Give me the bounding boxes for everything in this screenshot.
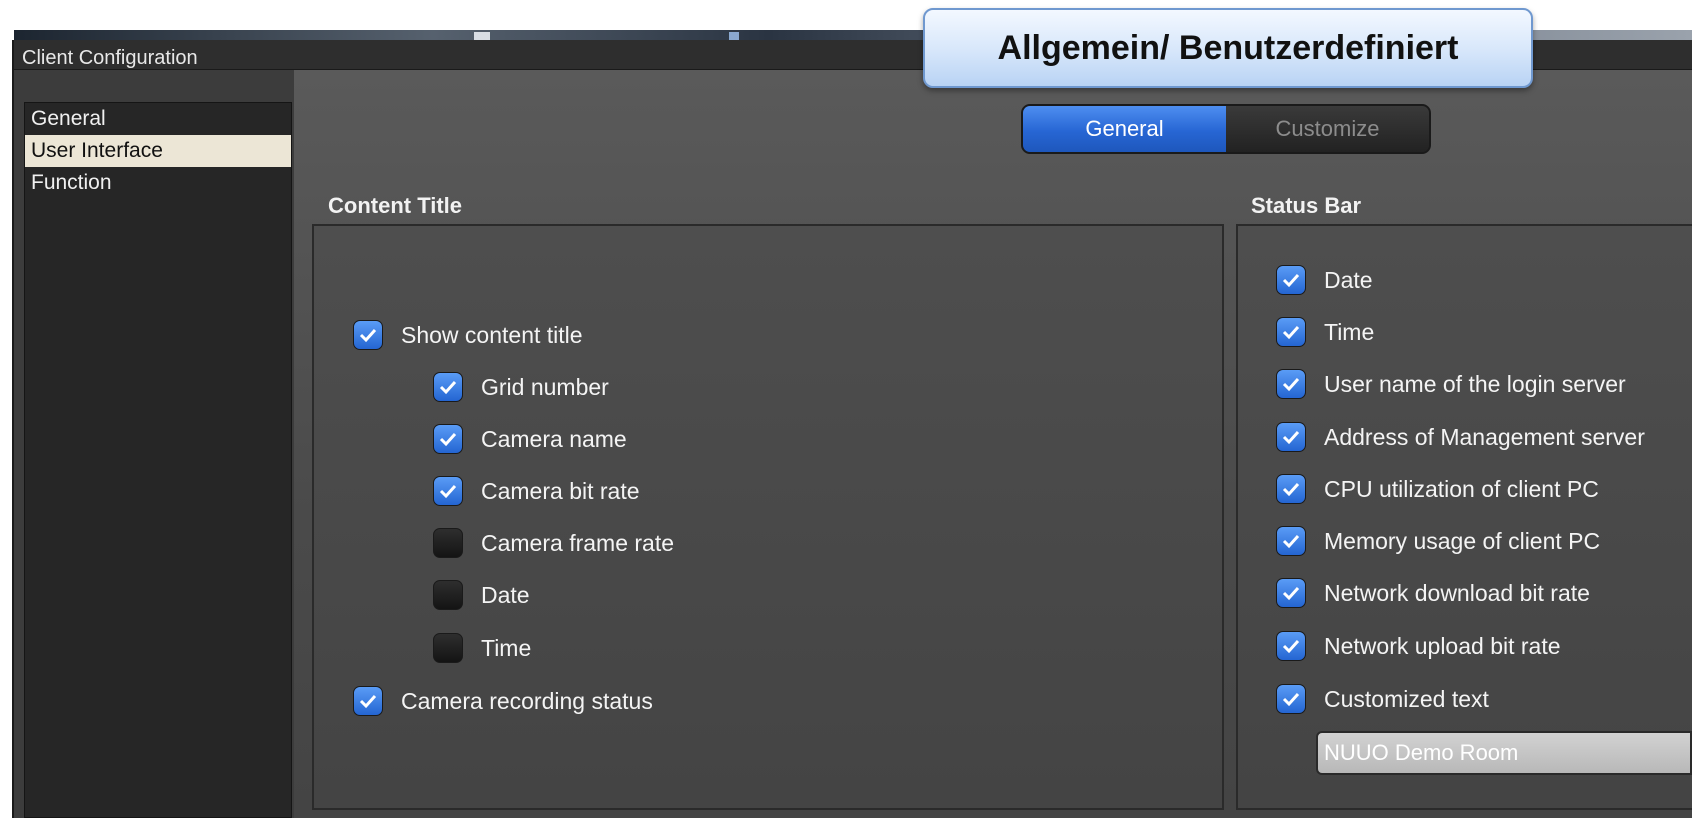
checkbox-checked[interactable] <box>1276 474 1306 504</box>
option-label: Memory usage of client PC <box>1324 527 1601 554</box>
sidebar: General User Interface Function <box>24 102 292 818</box>
checkbox-checked[interactable] <box>1276 265 1306 295</box>
status-option-memory[interactable]: Memory usage of client PC <box>1276 526 1600 556</box>
view-toggle: General Customize <box>1021 104 1431 154</box>
checkmark-icon <box>1282 586 1300 601</box>
checkmark-icon <box>359 328 377 343</box>
checkbox-checked[interactable] <box>1276 684 1306 714</box>
checkmark-icon <box>359 694 377 709</box>
status-option-time[interactable]: Time <box>1276 317 1374 347</box>
checkbox-checked[interactable] <box>1276 369 1306 399</box>
content-title-group <box>312 224 1224 810</box>
status-option-customized-text[interactable]: Customized text <box>1276 684 1489 714</box>
background-detail <box>474 32 490 40</box>
checkbox-checked[interactable] <box>1276 526 1306 556</box>
checkmark-icon <box>1282 639 1300 654</box>
content-title-heading: Content Title <box>328 193 463 218</box>
sidebar-item-general[interactable]: General <box>25 103 291 135</box>
option-date[interactable]: Date <box>433 580 530 610</box>
checkbox-unchecked[interactable] <box>433 528 463 558</box>
option-label: Address of Management server <box>1324 423 1645 450</box>
option-label: Customized text <box>1324 685 1489 712</box>
tab-general[interactable]: General <box>1023 106 1226 152</box>
checkmark-icon <box>1282 430 1300 445</box>
window-title: Client Configuration <box>22 47 198 69</box>
checkbox-checked[interactable] <box>1276 422 1306 452</box>
checkbox-unchecked[interactable] <box>433 633 463 663</box>
option-time[interactable]: Time <box>433 633 531 663</box>
option-grid-number[interactable]: Grid number <box>433 372 609 402</box>
checkmark-icon <box>1282 482 1300 497</box>
callout-label: Allgemein/ Benutzerdefiniert <box>923 8 1533 88</box>
option-label: CPU utilization of client PC <box>1324 475 1599 502</box>
checkbox-checked[interactable] <box>353 320 383 350</box>
status-option-management-address[interactable]: Address of Management server <box>1276 422 1645 452</box>
checkbox-checked[interactable] <box>433 476 463 506</box>
option-camera-recording-status[interactable]: Camera recording status <box>353 686 653 716</box>
option-label: Time <box>1324 318 1375 345</box>
option-label: Time <box>481 634 532 661</box>
checkbox-checked[interactable] <box>433 424 463 454</box>
option-camera-frame-rate[interactable]: Camera frame rate <box>433 528 674 558</box>
option-label: Camera name <box>481 425 627 452</box>
status-option-login-user[interactable]: User name of the login server <box>1276 369 1626 399</box>
option-label: Date <box>1324 266 1373 293</box>
checkmark-icon <box>439 484 457 499</box>
status-option-download[interactable]: Network download bit rate <box>1276 578 1590 608</box>
checkmark-icon <box>1282 377 1300 392</box>
option-label: Date <box>481 581 530 608</box>
checkmark-icon <box>1282 273 1300 288</box>
checkbox-checked[interactable] <box>353 686 383 716</box>
checkbox-checked[interactable] <box>1276 631 1306 661</box>
checkbox-checked[interactable] <box>1276 578 1306 608</box>
sidebar-item-user-interface[interactable]: User Interface <box>25 135 291 167</box>
sidebar-item-function[interactable]: Function <box>25 167 291 199</box>
checkmark-icon <box>439 380 457 395</box>
option-label: Camera bit rate <box>481 477 640 504</box>
tab-customize[interactable]: Customize <box>1226 106 1429 152</box>
option-label: Grid number <box>481 373 609 400</box>
checkmark-icon <box>439 432 457 447</box>
checkmark-icon <box>1282 692 1300 707</box>
status-bar-heading: Status Bar <box>1251 193 1362 218</box>
option-label: User name of the login server <box>1324 370 1626 397</box>
checkbox-unchecked[interactable] <box>433 580 463 610</box>
background-detail <box>729 32 739 40</box>
checkbox-checked[interactable] <box>1276 317 1306 347</box>
status-option-upload[interactable]: Network upload bit rate <box>1276 631 1561 661</box>
checkmark-icon <box>1282 325 1300 340</box>
checkbox-checked[interactable] <box>433 372 463 402</box>
status-option-cpu[interactable]: CPU utilization of client PC <box>1276 474 1599 504</box>
option-label: Network download bit rate <box>1324 579 1590 606</box>
customized-text-input[interactable] <box>1316 731 1692 775</box>
option-camera-bit-rate[interactable]: Camera bit rate <box>433 476 640 506</box>
option-label: Camera frame rate <box>481 529 675 556</box>
option-show-content-title[interactable]: Show content title <box>353 320 583 350</box>
option-label: Show content title <box>401 321 583 348</box>
option-label: Camera recording status <box>401 687 653 714</box>
option-camera-name[interactable]: Camera name <box>433 424 627 454</box>
status-bar-group <box>1236 224 1692 810</box>
status-option-date[interactable]: Date <box>1276 265 1373 295</box>
option-label: Network upload bit rate <box>1324 632 1561 659</box>
checkmark-icon <box>1282 534 1300 549</box>
